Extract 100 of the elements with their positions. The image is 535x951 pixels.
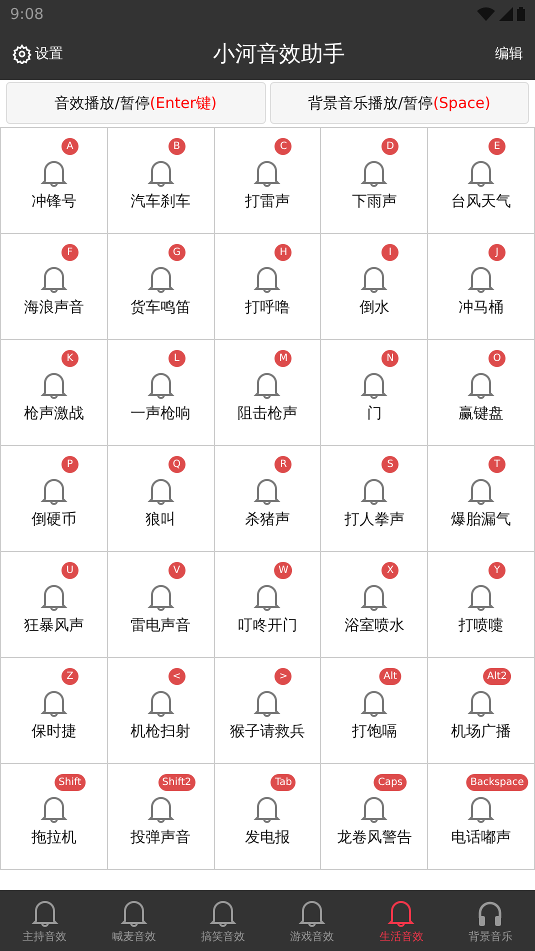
- sound-tile[interactable]: Y 打喷嚏: [428, 552, 535, 658]
- shortcut-badge: K: [61, 350, 78, 367]
- sound-name: 叮咚开门: [237, 616, 298, 635]
- sound-tile[interactable]: W 叮咚开门: [214, 552, 322, 658]
- shortcut-badge: U: [61, 562, 78, 579]
- sound-tile[interactable]: C 打雷声: [214, 128, 322, 234]
- sound-tile[interactable]: N 门: [321, 340, 428, 446]
- app-title: 小河音效助手: [213, 41, 345, 69]
- nav-tab[interactable]: 游戏音效: [268, 890, 357, 951]
- sound-tile[interactable]: Shift2 投弹声音: [108, 764, 215, 870]
- sound-name: 冲锋号: [31, 192, 76, 211]
- sound-tile[interactable]: Backspace 电话嘟声: [428, 764, 535, 870]
- bell-icon: [253, 582, 282, 612]
- shortcut-badge: W: [274, 562, 292, 579]
- settings-button[interactable]: 设置: [12, 44, 63, 64]
- bell-icon: [253, 688, 282, 718]
- sound-name: 倒水: [359, 298, 390, 317]
- sound-tile[interactable]: V 雷电声音: [108, 552, 215, 658]
- sound-tile[interactable]: O 赢键盘: [428, 340, 535, 446]
- shortcut-badge: P: [61, 456, 78, 473]
- bell-icon: [146, 264, 175, 294]
- sound-name: 发电报: [244, 828, 290, 847]
- sound-name: 阻击枪声: [237, 404, 298, 423]
- sound-name: 门: [366, 404, 382, 423]
- bell-icon: [253, 264, 282, 294]
- sound-tile[interactable]: Caps 龙卷风警告: [321, 764, 428, 870]
- sound-name: 打饱嗝: [352, 722, 397, 741]
- sound-tile[interactable]: Q 狼叫: [108, 446, 215, 552]
- sound-name: 枪声激战: [24, 404, 84, 423]
- shortcut-badge: Shift: [54, 774, 86, 791]
- shortcut-badge: Alt: [380, 668, 402, 685]
- shortcut-badge: F: [61, 244, 78, 261]
- sound-name: 一声枪响: [130, 404, 191, 423]
- sound-name: 杀猪声: [244, 510, 290, 529]
- bell-icon: [467, 476, 496, 506]
- shortcut-badge: Q: [168, 456, 186, 473]
- nav-tab[interactable]: 喊麦音效: [89, 890, 178, 951]
- sound-tile[interactable]: Z 保时捷: [1, 658, 108, 764]
- shortcut-badge: R: [274, 456, 292, 473]
- sound-tile[interactable]: T 爆胎漏气: [428, 446, 535, 552]
- shortcut-badge: M: [274, 350, 292, 367]
- sound-tile[interactable]: Alt 打饱嗝: [321, 658, 428, 764]
- edit-button[interactable]: 编辑: [495, 45, 523, 63]
- signal-icon: [499, 7, 513, 21]
- sound-tile[interactable]: I 倒水: [321, 234, 428, 340]
- nav-tab[interactable]: 主持音效: [0, 890, 90, 951]
- shortcut-badge: G: [168, 244, 186, 261]
- sound-tile[interactable]: L 一声枪响: [108, 340, 215, 446]
- sound-tile[interactable]: A 冲锋号: [1, 128, 108, 234]
- sound-tile[interactable]: F 海浪声音: [1, 234, 108, 340]
- sound-name: 打呼噜: [244, 298, 290, 317]
- sound-tile[interactable]: D 下雨声: [321, 128, 428, 234]
- shortcut-badge: B: [168, 138, 186, 155]
- shortcut-badge: Alt2: [483, 668, 512, 685]
- sound-tile[interactable]: P 倒硬币: [1, 446, 108, 552]
- sound-tile[interactable]: Alt2 机场广播: [428, 658, 535, 764]
- shortcut-badge: Shift2: [158, 774, 196, 791]
- sound-tile[interactable]: G 货车鸣笛: [108, 234, 215, 340]
- sound-tile[interactable]: S 打人拳声: [321, 446, 428, 552]
- shortcut-badge: Tab: [271, 774, 296, 791]
- bell-icon: [146, 370, 175, 400]
- clock: 9:08: [10, 5, 44, 23]
- sound-name: 赢键盘: [458, 404, 504, 423]
- sound-name: 电话嘟声: [451, 828, 512, 847]
- sound-name: 台风天气: [451, 192, 512, 211]
- sound-tile[interactable]: J 冲马桶: [428, 234, 535, 340]
- nav-tab[interactable]: 背景音乐: [446, 890, 535, 951]
- sound-tile[interactable]: K 枪声激战: [1, 340, 108, 446]
- sound-tile[interactable]: R 杀猪声: [214, 446, 322, 552]
- sound-tile[interactable]: E 台风天气: [428, 128, 535, 234]
- bell-icon: [146, 794, 175, 824]
- sound-name: 货车鸣笛: [130, 298, 191, 317]
- sound-tile[interactable]: U 狂暴风声: [1, 552, 108, 658]
- bell-icon: [40, 794, 68, 824]
- sound-tile[interactable]: < 机枪扫射: [108, 658, 215, 764]
- play-pause-button[interactable]: 背景音乐播放/暂停(Space): [270, 82, 529, 124]
- sound-name: 龙卷风警告: [336, 828, 412, 847]
- sound-tile[interactable]: B 汽车刹车: [108, 128, 215, 234]
- shortcut-badge: C: [274, 138, 292, 155]
- shortcut-badge: J: [488, 244, 506, 261]
- play-pause-button[interactable]: 音效播放/暂停(Enter键): [6, 82, 266, 124]
- sound-name: 保时捷: [31, 722, 76, 741]
- sound-tile[interactable]: Tab 发电报: [214, 764, 322, 870]
- shortcut-badge: O: [488, 350, 506, 367]
- bell-icon: [467, 158, 496, 188]
- bell-icon: [146, 688, 175, 718]
- sound-tile[interactable]: H 打呼噜: [214, 234, 322, 340]
- bell-icon: [467, 688, 496, 718]
- sound-tile[interactable]: M 阻击枪声: [214, 340, 322, 446]
- nav-tab[interactable]: 搞笑音效: [178, 890, 268, 951]
- bell-icon: [40, 264, 68, 294]
- bell-icon: [360, 688, 388, 718]
- sound-name: 打喷嚏: [458, 616, 504, 635]
- sound-name: 浴室喷水: [344, 616, 404, 635]
- sound-tile[interactable]: > 猴子请救兵: [214, 658, 322, 764]
- sound-name: 狼叫: [146, 510, 176, 529]
- sound-tile[interactable]: X 浴室喷水: [321, 552, 428, 658]
- bell-icon: [467, 370, 496, 400]
- sound-tile[interactable]: Shift 拖拉机: [1, 764, 108, 870]
- bell-icon: [40, 688, 68, 718]
